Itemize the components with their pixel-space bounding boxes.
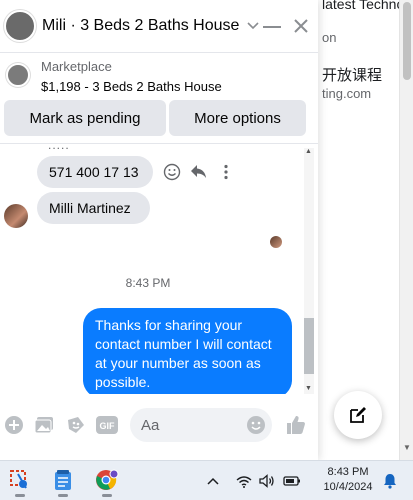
listing-avatar[interactable] — [4, 10, 36, 42]
chevron-up-icon[interactable] — [203, 471, 223, 491]
chrome-icon[interactable] — [92, 465, 122, 497]
gif-icon[interactable]: GIF — [96, 414, 118, 436]
message-list: ..... 571 400 17 13 Milli Martinez 8:43 … — [0, 144, 318, 394]
scroll-down-arrow-icon[interactable]: ▼ — [403, 443, 411, 452]
speaker-icon[interactable] — [257, 471, 277, 491]
new-message-button[interactable] — [334, 391, 382, 439]
chat-scrollbar[interactable]: ▲ ▼ — [300, 148, 318, 394]
chat-scrollbar-thumb[interactable] — [304, 318, 314, 374]
marketplace-listing[interactable]: $1,198 - 3 Beds 2 Baths House — [41, 79, 222, 94]
running-indicator — [102, 494, 112, 497]
taskbar: 8:43 PM 10/4/2024 — [0, 460, 413, 500]
message-composer: GIF — [0, 400, 318, 450]
sticker-icon[interactable] — [65, 414, 87, 436]
seen-indicator-avatar — [270, 236, 282, 248]
clock-date: 10/4/2024 — [323, 481, 373, 493]
emoji-icon[interactable] — [245, 414, 267, 436]
plus-icon[interactable] — [3, 414, 25, 436]
snipping-tool-icon[interactable] — [5, 465, 35, 497]
clock-time: 8:43 PM — [327, 466, 369, 478]
page-scrollbar[interactable]: ▼ — [399, 0, 413, 460]
background-text-4: ting.com — [322, 86, 372, 101]
chat-window: Mili · 3 Beds 2 Baths House Marketplace … — [0, 0, 318, 460]
more-actions-icon[interactable] — [217, 163, 235, 181]
page-scrollbar-thumb[interactable] — [403, 2, 411, 80]
marketplace-thumbnail — [6, 63, 30, 87]
system-clock[interactable]: 8:43 PM 10/4/2024 — [318, 465, 378, 495]
message-timestamp: 8:43 PM — [125, 276, 171, 290]
wifi-icon[interactable] — [234, 471, 254, 491]
truncated-message: ..... — [48, 144, 70, 152]
incoming-message-name[interactable]: Milli Martinez — [37, 192, 150, 224]
minimize-icon[interactable] — [260, 14, 284, 38]
battery-icon[interactable] — [282, 471, 302, 491]
reply-icon[interactable] — [190, 163, 208, 181]
running-indicator — [15, 494, 25, 497]
running-indicator — [58, 494, 68, 497]
emoji-react-icon[interactable] — [163, 163, 181, 181]
notification-bell-icon[interactable] — [380, 471, 400, 491]
marketplace-label: Marketplace — [41, 59, 112, 74]
compose-icon — [350, 407, 366, 423]
mark-as-pending-button[interactable]: Mark as pending — [4, 100, 166, 136]
background-text-2: on — [322, 30, 337, 45]
marketplace-banner[interactable]: Marketplace $1,198 - 3 Beds 2 Baths Hous… — [0, 52, 318, 98]
background-text-3[interactable]: 开放课程 — [322, 64, 382, 85]
chat-title[interactable]: Mili · 3 Beds 2 Baths House — [42, 17, 239, 35]
photo-icon[interactable] — [33, 414, 55, 436]
more-options-button[interactable]: More options — [169, 100, 306, 136]
outgoing-message[interactable]: Thanks for sharing your contact number I… — [83, 308, 292, 394]
gif-label: GIF — [100, 421, 116, 431]
incoming-message-phone[interactable]: 571 400 17 13 — [37, 156, 153, 188]
close-icon[interactable] — [289, 14, 313, 38]
scroll-up-arrow-icon[interactable]: ▲ — [305, 148, 312, 155]
thumbs-up-icon[interactable] — [285, 414, 307, 436]
sender-avatar[interactable] — [4, 204, 28, 228]
notepad-icon[interactable] — [48, 465, 78, 497]
scroll-down-arrow-icon[interactable]: ▼ — [305, 385, 312, 392]
